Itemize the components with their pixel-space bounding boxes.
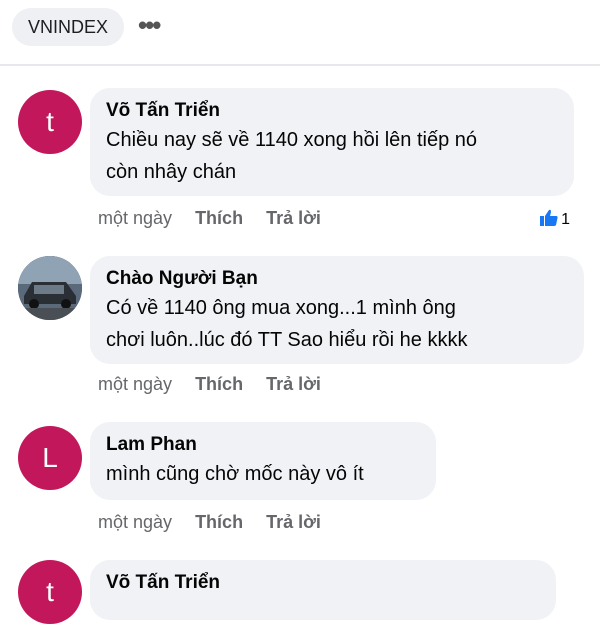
comment-author[interactable]: Chào Người Bạn	[106, 266, 568, 292]
comment-actions: một ngày Thích Trả lời	[98, 206, 339, 230]
reply-button[interactable]: Trả lời	[266, 374, 321, 394]
like-button[interactable]: Thích	[195, 374, 243, 394]
comment-text: Có về 1140 ông mua xong...1 mình ông chơ…	[106, 297, 468, 351]
comment-bubble: Lam Phan mình cũng chờ mốc này vô ít	[90, 422, 436, 500]
comment-text: mình cũng chờ mốc này vô ít	[106, 463, 364, 485]
comment-actions: một ngày Thích Trả lời	[98, 510, 339, 534]
more-options-icon[interactable]: •••	[138, 10, 161, 40]
avatar[interactable]: t	[18, 560, 82, 624]
thumbs-up-icon	[540, 209, 558, 226]
top-bar: VNINDEX •••	[0, 0, 600, 64]
group-name-chip[interactable]: VNINDEX	[12, 8, 124, 46]
reply-button[interactable]: Trả lời	[266, 512, 321, 532]
comment-bubble: Võ Tấn Triển Chiều nay sẽ về 1140 xong h…	[90, 88, 574, 196]
comment-text: Chiều nay sẽ về 1140 xong hồi lên tiếp n…	[106, 129, 478, 183]
avatar[interactable]: t	[18, 90, 82, 154]
comment-actions: một ngày Thích Trả lời	[98, 372, 339, 396]
like-button[interactable]: Thích	[195, 512, 243, 532]
comment-author[interactable]: Võ Tấn Triển	[106, 98, 558, 124]
reply-button[interactable]: Trả lời	[266, 208, 321, 228]
avatar[interactable]: L	[18, 426, 82, 490]
car-photo-icon	[18, 256, 82, 320]
avatar[interactable]	[18, 256, 82, 320]
comment-time[interactable]: một ngày	[98, 512, 172, 532]
comment-bubble: Võ Tấn Triển	[90, 560, 556, 620]
like-button[interactable]: Thích	[195, 208, 243, 228]
comment-time[interactable]: một ngày	[98, 374, 172, 394]
divider	[0, 64, 600, 66]
comment-author[interactable]: Lam Phan	[106, 432, 420, 458]
reaction-number: 1	[561, 211, 570, 228]
reaction-count[interactable]: 1	[539, 208, 570, 231]
comment-author[interactable]: Võ Tấn Triển	[106, 570, 540, 596]
comment-bubble: Chào Người Bạn Có về 1140 ông mua xong..…	[90, 256, 584, 364]
comment-time[interactable]: một ngày	[98, 208, 172, 228]
